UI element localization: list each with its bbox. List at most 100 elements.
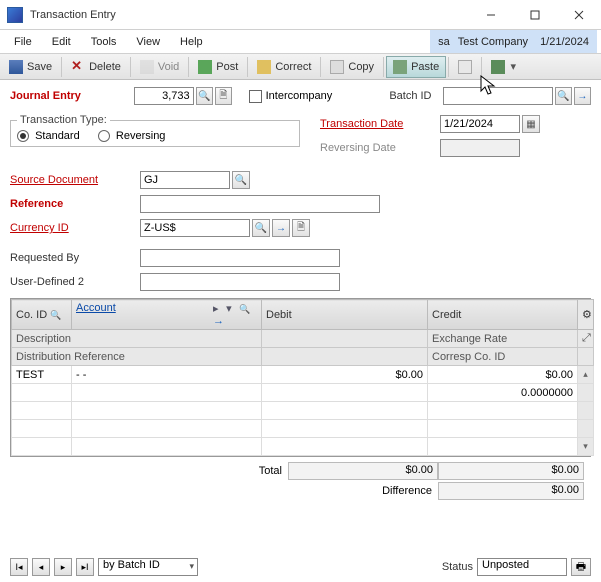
lookup-icon[interactable]: 🔍 bbox=[239, 304, 249, 315]
table-row[interactable] bbox=[12, 402, 594, 420]
grid-settings-icon[interactable]: ⚙ bbox=[578, 300, 594, 330]
copy-button[interactable]: Copy bbox=[323, 56, 381, 78]
intercompany-label: Intercompany bbox=[266, 90, 333, 102]
nav-prev-button[interactable]: ◂ bbox=[32, 558, 50, 576]
currency-lookup-button[interactable]: 🔍 bbox=[252, 219, 270, 237]
paste-button[interactable]: Paste bbox=[386, 56, 446, 78]
table-row[interactable] bbox=[12, 420, 594, 438]
scroll-up-icon[interactable]: ▴ bbox=[578, 366, 594, 384]
nav-first-button[interactable]: I◂ bbox=[10, 558, 28, 576]
menu-file[interactable]: File bbox=[4, 33, 42, 51]
lookup-icon: 🔍 bbox=[50, 310, 61, 320]
cell-debit[interactable] bbox=[262, 384, 428, 402]
correct-label: Correct bbox=[275, 61, 311, 73]
totals-area: Total $0.00 $0.00 Difference $0.00 bbox=[10, 461, 591, 501]
grid-expand-icon[interactable]: ⤢ bbox=[578, 330, 594, 348]
collapse-icon[interactable]: ▾ bbox=[226, 302, 236, 315]
col-account[interactable]: Account ▸ ▾ 🔍 → bbox=[72, 300, 262, 330]
journal-entry-label: Journal Entry bbox=[10, 90, 134, 102]
void-button[interactable]: Void bbox=[133, 56, 186, 78]
extras-button[interactable]: ▾ bbox=[484, 56, 524, 78]
cell-co[interactable]: TEST bbox=[12, 366, 72, 384]
expand-icon[interactable]: ▸ bbox=[213, 302, 223, 315]
source-lookup-button[interactable]: 🔍 bbox=[232, 171, 250, 189]
currency-id-input[interactable] bbox=[140, 219, 250, 237]
currency-id-label[interactable]: Currency ID bbox=[10, 222, 140, 234]
journal-note-button[interactable]: 🗎 bbox=[215, 87, 232, 105]
col-corresp-co[interactable]: Corresp Co. ID bbox=[428, 348, 578, 366]
nav-last-button[interactable]: ▸I bbox=[76, 558, 94, 576]
journal-entry-input[interactable] bbox=[134, 87, 194, 105]
attach-button[interactable] bbox=[451, 56, 479, 78]
currency-note-button[interactable]: 🗎 bbox=[292, 219, 310, 237]
app-icon bbox=[7, 7, 23, 23]
cell-credit[interactable]: 0.0000000 bbox=[428, 384, 578, 402]
sort-by-select[interactable]: by Batch ID▾ bbox=[98, 558, 198, 576]
batch-id-input[interactable] bbox=[443, 87, 553, 105]
total-debit: $0.00 bbox=[288, 462, 438, 480]
radio-reversing-label: Reversing bbox=[116, 130, 166, 142]
save-button[interactable]: Save bbox=[2, 56, 59, 78]
arrow-right-icon[interactable]: → bbox=[213, 315, 223, 327]
scroll-down-icon[interactable]: ▾ bbox=[578, 438, 594, 456]
currency-expand-button[interactable]: → bbox=[272, 219, 290, 237]
col-debit[interactable]: Debit bbox=[262, 300, 428, 330]
userdef2-label: User-Defined 2 bbox=[10, 276, 140, 288]
intercompany-checkbox[interactable] bbox=[249, 90, 261, 103]
print-button[interactable]: 🖶 bbox=[571, 558, 591, 576]
menu-view[interactable]: View bbox=[126, 33, 170, 51]
col-description[interactable]: Description bbox=[12, 330, 262, 348]
table-row[interactable]: 0.0000000 bbox=[12, 384, 594, 402]
table-row[interactable]: TEST - - $0.00 $0.00 ▴ bbox=[12, 366, 594, 384]
status-value: Unposted bbox=[477, 558, 567, 576]
total-credit: $0.00 bbox=[438, 462, 584, 480]
col-co-id[interactable]: Co. ID 🔍 bbox=[12, 300, 72, 330]
batch-id-label: Batch ID bbox=[389, 90, 442, 102]
minimize-button[interactable] bbox=[469, 1, 513, 29]
extras-icon bbox=[491, 60, 505, 74]
post-label: Post bbox=[216, 61, 238, 73]
context-user: sa bbox=[438, 36, 450, 48]
source-document-input[interactable] bbox=[140, 171, 230, 189]
batch-expand-button[interactable]: → bbox=[574, 87, 591, 105]
col-credit[interactable]: Credit bbox=[428, 300, 578, 330]
transaction-date-input[interactable] bbox=[440, 115, 520, 133]
journal-lookup-button[interactable]: 🔍 bbox=[196, 87, 213, 105]
maximize-button[interactable] bbox=[513, 1, 557, 29]
table-row[interactable]: ▾ bbox=[12, 438, 594, 456]
transaction-type-group: Transaction Type: Standard Reversing bbox=[10, 114, 300, 147]
save-icon bbox=[9, 60, 23, 74]
close-button[interactable] bbox=[557, 1, 601, 29]
paste-label: Paste bbox=[411, 61, 439, 73]
transaction-date-label[interactable]: Transaction Date bbox=[320, 118, 440, 130]
cell-credit[interactable]: $0.00 bbox=[428, 366, 578, 384]
col-exchange-rate[interactable]: Exchange Rate bbox=[428, 330, 578, 348]
radio-standard-label: Standard bbox=[35, 130, 80, 142]
cell-co[interactable] bbox=[12, 384, 72, 402]
cell-account[interactable]: - - bbox=[72, 366, 262, 384]
post-button[interactable]: Post bbox=[191, 56, 245, 78]
requested-by-input[interactable] bbox=[140, 249, 340, 267]
copy-icon bbox=[330, 60, 344, 74]
userdef2-input[interactable] bbox=[140, 273, 340, 291]
radio-standard[interactable] bbox=[17, 130, 29, 142]
delete-button[interactable]: ✕Delete bbox=[64, 56, 128, 78]
reference-input[interactable] bbox=[140, 195, 380, 213]
nav-next-button[interactable]: ▸ bbox=[54, 558, 72, 576]
calendar-icon[interactable]: ▦ bbox=[522, 115, 540, 133]
source-document-label[interactable]: Source Document bbox=[10, 174, 140, 186]
batch-lookup-button[interactable]: 🔍 bbox=[555, 87, 572, 105]
col-dist-ref[interactable]: Distribution Reference bbox=[12, 348, 262, 366]
total-label: Total bbox=[228, 465, 288, 477]
transaction-type-label: Transaction Type: bbox=[17, 114, 110, 126]
menu-tools[interactable]: Tools bbox=[81, 33, 127, 51]
attach-icon bbox=[458, 60, 472, 74]
menu-help[interactable]: Help bbox=[170, 33, 213, 51]
menu-edit[interactable]: Edit bbox=[42, 33, 81, 51]
radio-reversing[interactable] bbox=[98, 130, 110, 142]
cell-debit[interactable]: $0.00 bbox=[262, 366, 428, 384]
footer-nav: I◂ ◂ ▸ ▸I by Batch ID▾ Status Unposted 🖶 bbox=[10, 558, 591, 576]
correct-button[interactable]: Correct bbox=[250, 56, 318, 78]
distribution-grid: Co. ID 🔍 Account ▸ ▾ 🔍 → Debit Credit ⚙ … bbox=[10, 298, 591, 457]
cell-account[interactable] bbox=[72, 384, 262, 402]
